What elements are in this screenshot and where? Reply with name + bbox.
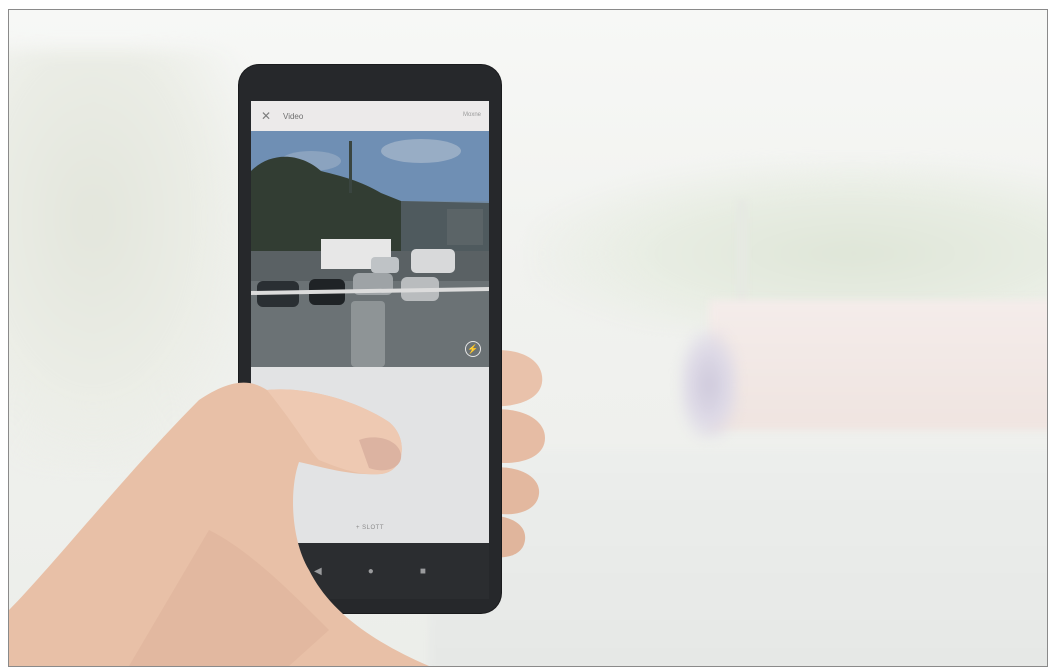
hand-front [9,382,429,666]
photo-frame: ✕ Video Moxne ⚡ + SLOTT ◀ ● ■ [8,9,1048,667]
